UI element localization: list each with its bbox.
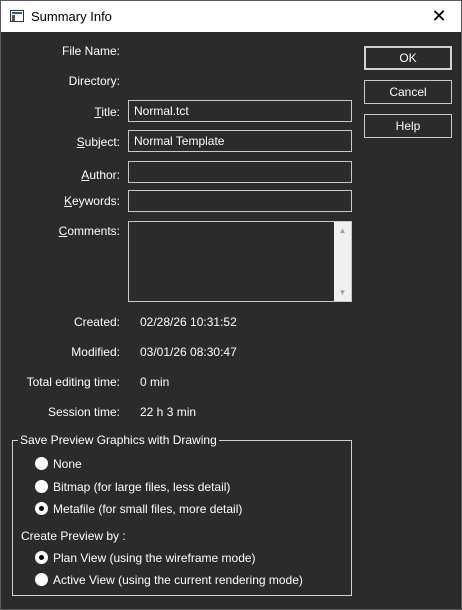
summary-info-dialog: Summary Info ✕ File Name: Directory: Tit… — [0, 0, 462, 610]
help-button[interactable]: Help — [364, 114, 452, 138]
radio-active-view-dot — [35, 573, 48, 586]
created-value: 02/28/26 10:31:52 — [140, 315, 237, 329]
radio-plan-view-label: Plan View (using the wireframe mode) — [53, 551, 256, 565]
comments-label-accel: C — [58, 224, 68, 238]
title-field[interactable]: Normal.tct — [128, 100, 352, 122]
radio-plan-view[interactable]: Plan View (using the wireframe mode) — [35, 551, 256, 565]
keywords-label-accel: K — [63, 194, 72, 208]
author-label-rest: uthor: — [89, 168, 120, 182]
radio-plan-view-dot — [35, 551, 48, 564]
ok-button[interactable]: OK — [364, 46, 452, 70]
modified-value: 03/01/26 08:30:47 — [140, 345, 237, 359]
radio-none-label: None — [53, 457, 82, 471]
author-field[interactable] — [128, 161, 352, 183]
comments-field[interactable]: ▲ ▼ — [128, 221, 352, 302]
subject-label: Subject: — [77, 135, 120, 149]
radio-none-dot — [35, 457, 48, 470]
comments-label: Comments: — [59, 224, 120, 238]
directory-label: Directory: — [68, 74, 120, 88]
title-label: Title: — [94, 105, 120, 119]
session-time-label: Session time: — [47, 405, 120, 419]
radio-active-view-label: Active View (using the current rendering… — [53, 573, 303, 587]
radio-active-view[interactable]: Active View (using the current rendering… — [35, 573, 303, 587]
radio-metafile-label: Metafile (for small files, more detail) — [53, 502, 243, 516]
app-icon — [10, 10, 24, 22]
modified-label: Modified: — [71, 345, 120, 359]
radio-bitmap-dot — [35, 480, 48, 493]
keywords-field[interactable] — [128, 190, 352, 212]
scroll-down-icon[interactable]: ▼ — [334, 284, 351, 301]
comments-scrollbar[interactable]: ▲ ▼ — [334, 222, 351, 301]
comments-label-rest: omments: — [67, 224, 120, 238]
scroll-up-icon[interactable]: ▲ — [334, 222, 351, 239]
title-bar: Summary Info ✕ — [1, 1, 461, 32]
keywords-label-rest: eywords: — [71, 194, 120, 208]
total-editing-label: Total editing time: — [26, 375, 120, 389]
radio-metafile-dot — [35, 502, 48, 515]
radio-bitmap-label: Bitmap (for large files, less detail) — [53, 480, 231, 494]
cancel-button[interactable]: Cancel — [364, 80, 452, 104]
session-time-value: 22 h 3 min — [140, 405, 197, 419]
close-icon[interactable]: ✕ — [417, 1, 461, 32]
radio-none[interactable]: None — [35, 457, 82, 471]
subject-field[interactable]: Normal Template — [128, 130, 352, 152]
author-label: Author: — [81, 168, 120, 182]
preview-group-label: Save Preview Graphics with Drawing — [20, 433, 217, 447]
created-label: Created: — [73, 315, 120, 329]
title-label-rest: itle: — [101, 105, 120, 119]
file-name-label: File Name: — [61, 44, 120, 58]
create-preview-label: Create Preview by : — [21, 529, 126, 543]
window-title: Summary Info — [31, 9, 112, 24]
total-editing-value: 0 min — [140, 375, 170, 389]
radio-metafile[interactable]: Metafile (for small files, more detail) — [35, 502, 242, 516]
subject-label-accel: S — [76, 135, 85, 149]
subject-label-rest: ubject: — [84, 135, 120, 149]
keywords-label: Keywords: — [64, 194, 120, 208]
radio-bitmap[interactable]: Bitmap (for large files, less detail) — [35, 480, 230, 494]
